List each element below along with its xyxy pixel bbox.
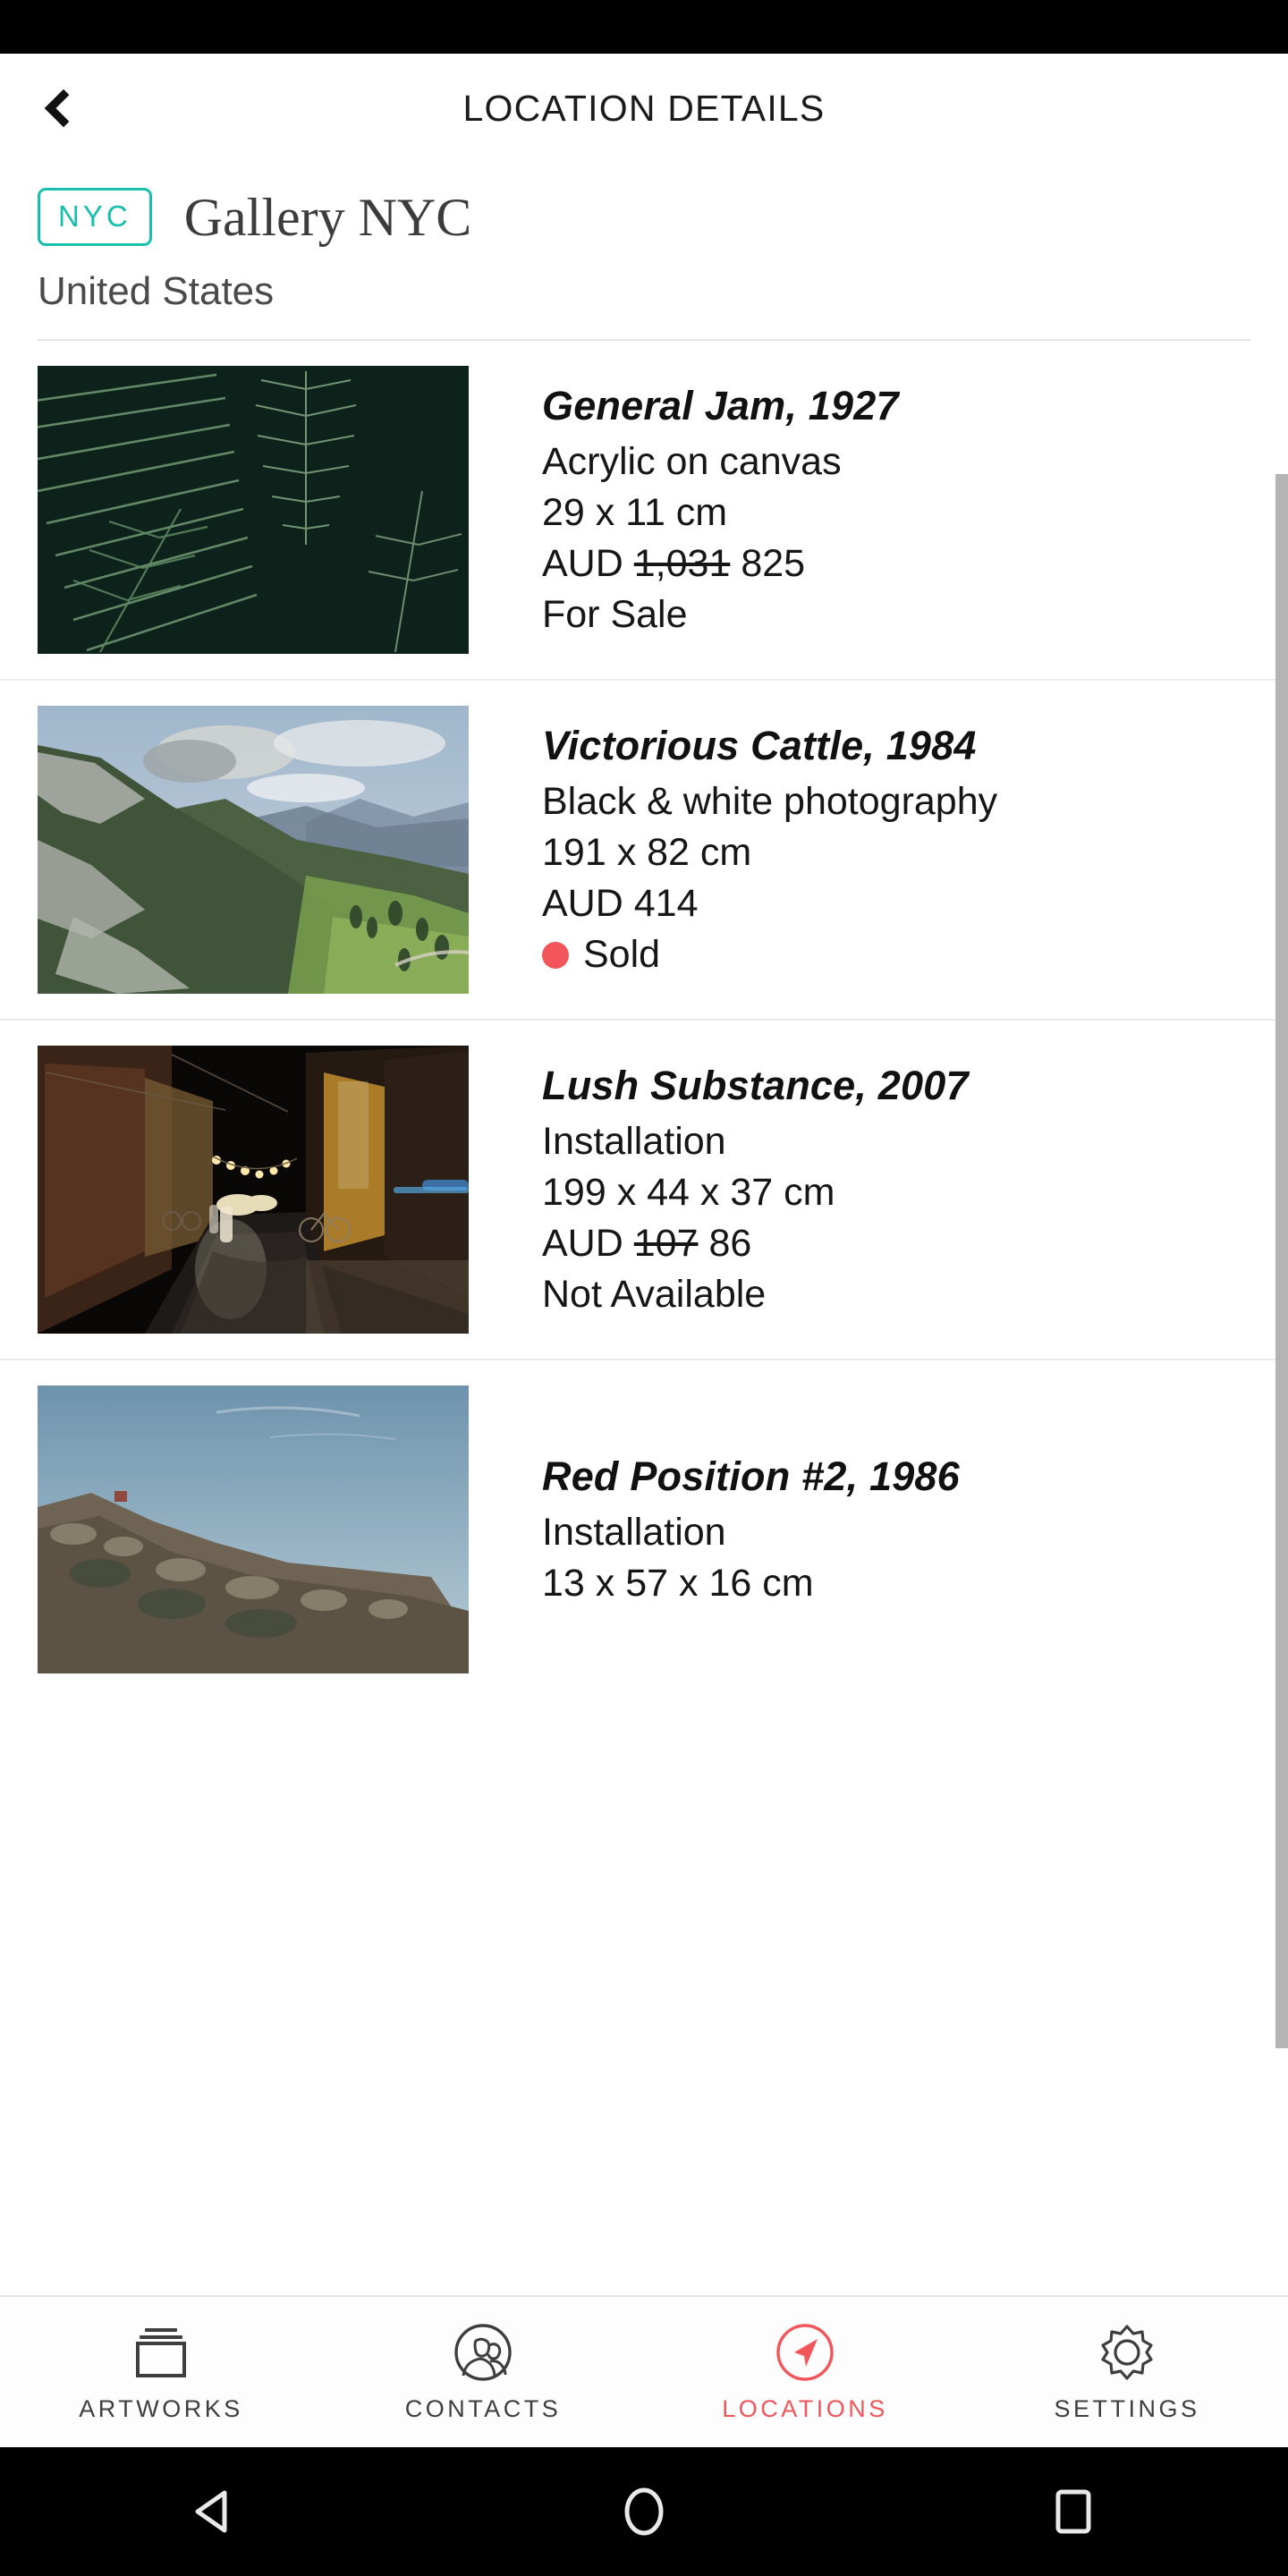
artwork-title: Red Position #2, 1986: [542, 1453, 960, 1499]
triangle-back-icon: [195, 2490, 227, 2533]
tab-label: CONTACTS: [404, 2394, 562, 2422]
artwork-status: Not Available: [542, 1269, 969, 1320]
phone-screen: LOCATION DETAILS NYC Gallery NYC United …: [0, 0, 1288, 2576]
list-item[interactable]: General Jam, 1927 Acrylic on canvas 29 x…: [0, 341, 1288, 679]
status-dot: [542, 941, 569, 969]
android-back-button[interactable]: [148, 2447, 282, 2576]
status-label: Not Available: [542, 1273, 767, 1317]
artwork-status: For Sale: [542, 589, 899, 640]
tab-artworks[interactable]: ARTWORKS: [0, 2297, 322, 2447]
artwork-details: Lush Substance, 2007 Installation 199 x …: [542, 1059, 969, 1321]
status-label: For Sale: [542, 593, 688, 637]
price-old: 1,031: [633, 542, 731, 585]
price-current: 86: [708, 1222, 752, 1265]
navigation-arrow-circle-icon: [776, 2323, 834, 2381]
artwork-status: Sold: [542, 929, 997, 980]
artwork-details: Victorious Cattle, 1984 Black & white ph…: [542, 719, 997, 981]
price-currency: AUD: [542, 542, 623, 585]
price-current: 414: [633, 882, 699, 925]
artwork-price: AUD 107 86: [542, 1218, 969, 1269]
tab-label: SETTINGS: [1054, 2394, 1200, 2422]
android-navigation-bar: [0, 2447, 1288, 2576]
square-recents-icon: [1055, 2489, 1091, 2534]
tab-settings[interactable]: SETTINGS: [966, 2297, 1288, 2447]
artwork-thumbnail[interactable]: [38, 1385, 469, 1674]
android-home-button[interactable]: [577, 2447, 711, 2576]
frames-icon: [136, 2327, 186, 2377]
app-content: LOCATION DETAILS NYC Gallery NYC United …: [0, 54, 1288, 2447]
artwork-dimensions: 191 x 82 cm: [542, 830, 752, 874]
location-header: NYC Gallery NYC United States: [0, 163, 1288, 314]
location-country: United States: [38, 269, 275, 313]
android-recents-button[interactable]: [1006, 2447, 1140, 2576]
list-item[interactable]: Lush Substance, 2007 Installation 199 x …: [0, 1019, 1288, 1359]
night-street-photo: [38, 1046, 469, 1334]
price-currency: AUD: [542, 1222, 623, 1265]
artwork-thumbnail[interactable]: [38, 1046, 469, 1334]
artwork-thumbnail[interactable]: [38, 366, 469, 654]
circle-home-icon: [624, 2487, 664, 2536]
artwork-price: AUD 1,031 825: [542, 538, 899, 589]
vertical-scrollbar[interactable]: [1275, 474, 1288, 2048]
artwork-title: Lush Substance, 2007: [542, 1062, 969, 1108]
page-title: LOCATION DETAILS: [462, 87, 826, 129]
people-circle-icon: [454, 2323, 512, 2381]
coastal-cliff-photo: [38, 1385, 469, 1674]
location-name: Gallery NYC: [183, 187, 472, 247]
artwork-dimensions: 13 x 57 x 16 cm: [542, 1562, 814, 1605]
price-current: 825: [741, 542, 806, 585]
location-name-row: NYC Gallery NYC: [38, 188, 1250, 246]
artwork-details: Red Position #2, 1986 Installation 13 x …: [542, 1450, 960, 1609]
gear-icon: [1101, 2324, 1153, 2380]
artwork-details: General Jam, 1927 Acrylic on canvas 29 x…: [542, 379, 899, 641]
fern-leaves-photo: [38, 366, 469, 654]
tab-locations[interactable]: LOCATIONS: [644, 2297, 966, 2447]
artwork-dimensions: 29 x 11 cm: [542, 490, 728, 534]
top-app-bar: LOCATION DETAILS: [0, 54, 1288, 163]
list-item[interactable]: Red Position #2, 1986 Installation 13 x …: [0, 1359, 1288, 1699]
artwork-thumbnail[interactable]: [38, 706, 469, 994]
tab-label: LOCATIONS: [722, 2394, 888, 2422]
tab-contacts[interactable]: CONTACTS: [322, 2297, 644, 2447]
artwork-medium: Acrylic on canvas: [542, 439, 842, 483]
tab-label: ARTWORKS: [79, 2394, 243, 2422]
artwork-dimensions: 199 x 44 x 37 cm: [542, 1170, 835, 1214]
list-item[interactable]: Victorious Cattle, 1984 Black & white ph…: [0, 679, 1288, 1019]
bottom-tab-bar: ARTWORKS CONTACTS LOCATIONS SETTINGS: [0, 2295, 1288, 2447]
artwork-list: General Jam, 1927 Acrylic on canvas 29 x…: [0, 341, 1288, 1699]
price-old: 107: [633, 1222, 699, 1265]
mountain-valley-photo: [38, 706, 469, 994]
artwork-medium: Black & white photography: [542, 779, 998, 823]
artwork-price: AUD 414: [542, 878, 997, 929]
status-bar: [0, 0, 1288, 54]
artwork-medium: Installation: [542, 1510, 726, 1554]
artwork-title: Victorious Cattle, 1984: [542, 722, 977, 768]
artwork-title: General Jam, 1927: [542, 382, 899, 428]
artwork-medium: Installation: [542, 1119, 726, 1163]
price-currency: AUD: [542, 882, 623, 925]
status-label: Sold: [583, 933, 661, 977]
location-code-badge: NYC: [38, 188, 152, 246]
